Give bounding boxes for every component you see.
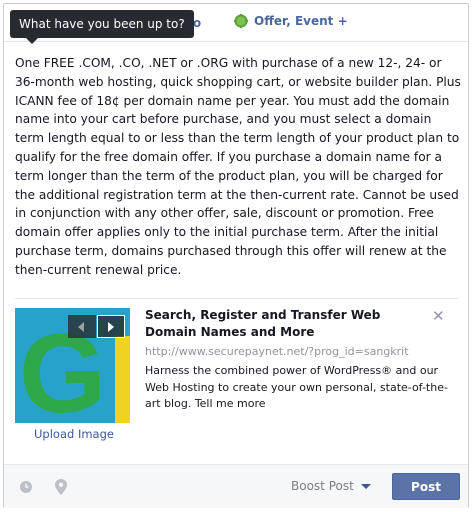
post-composer: ideo Offer, Event + One FREE .COM, .CO, … <box>3 3 469 508</box>
tab-offer-event[interactable]: Offer, Event + <box>234 14 348 28</box>
link-preview-description[interactable]: Harness the combined power of WordPress®… <box>145 363 460 413</box>
composer-placeholder-tooltip: What have you been up to? <box>10 10 194 38</box>
thumbnail-carousel-nav <box>68 315 125 338</box>
boost-post-dropdown[interactable]: Boost Post <box>291 479 371 493</box>
chevron-right-icon <box>108 321 114 332</box>
post-button[interactable]: Post <box>392 473 460 500</box>
tab-offer-label: Offer, Event + <box>254 14 348 28</box>
location-pin-icon[interactable] <box>52 478 70 496</box>
close-icon[interactable]: ✕ <box>432 307 445 325</box>
link-thumbnail: G <box>15 308 130 423</box>
link-preview-url[interactable]: http://www.securepaynet.net/?prog_id=san… <box>145 345 455 358</box>
tooltip-arrow <box>26 38 38 44</box>
post-body-text[interactable]: One FREE .COM, .CO, .NET or .ORG with pu… <box>15 54 463 280</box>
composer-footer: Boost Post Post <box>4 464 468 508</box>
boost-post-label: Boost Post <box>291 479 354 493</box>
thumbnail-next-button[interactable] <box>97 315 125 338</box>
thumbnail-image-art-bar <box>115 336 130 423</box>
chevron-down-icon <box>360 483 371 489</box>
thumbnail-prev-button[interactable] <box>68 315 96 338</box>
upload-image-link[interactable]: Upload Image <box>34 427 114 441</box>
gear-badge-icon <box>234 14 248 28</box>
divider <box>15 298 459 299</box>
chevron-left-icon <box>78 321 84 332</box>
clock-icon[interactable] <box>17 478 35 496</box>
link-preview-title[interactable]: Search, Register and Transfer Web Domain… <box>145 307 435 341</box>
